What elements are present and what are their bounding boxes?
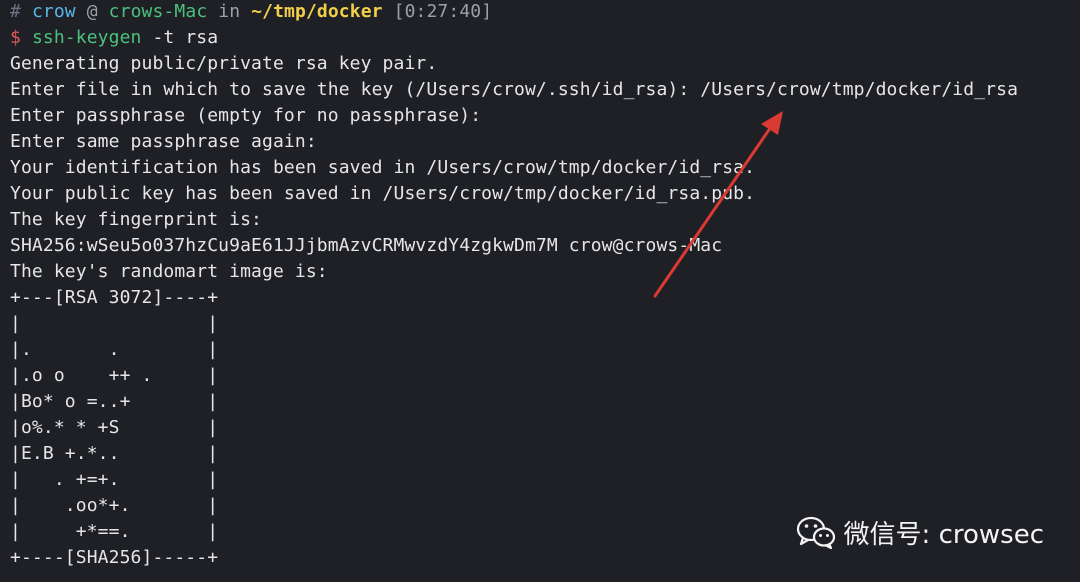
terminal-output: # crow @ crows-Mac in ~/tmp/docker [0:27… bbox=[10, 0, 1018, 571]
output-line: Your identification has been saved in /U… bbox=[10, 157, 756, 178]
randomart-line: | | bbox=[10, 313, 219, 334]
output-line: Enter file in which to save the key (/Us… bbox=[10, 79, 1019, 100]
output-line: The key fingerprint is: bbox=[10, 209, 263, 230]
output-line: Enter same passphrase again: bbox=[10, 131, 317, 152]
randomart-line: |E.B +.*.. | bbox=[10, 443, 219, 464]
randomart-line: |o%.* * +S | bbox=[10, 417, 219, 438]
terminal-window: # crow @ crows-Mac in ~/tmp/docker [0:27… bbox=[0, 0, 1080, 582]
randomart-line: |.o o ++ . | bbox=[10, 365, 219, 386]
prompt-dir: ~/tmp/docker bbox=[251, 1, 383, 22]
prompt-user: crow bbox=[31, 1, 76, 22]
randomart-line: +---[RSA 3072]----+ bbox=[10, 287, 219, 308]
fingerprint-line: SHA256:wSeu5o037hzCu9aE61JJjbmAzvCRMwvzd… bbox=[10, 235, 723, 256]
prompt-host: crows-Mac bbox=[108, 1, 208, 22]
prompt-in: in bbox=[218, 1, 241, 22]
randomart-line: |. . | bbox=[10, 339, 219, 360]
output-line: Your public key has been saved in /Users… bbox=[10, 183, 756, 204]
command-line[interactable]: $ ssh-keygen -t rsa bbox=[10, 25, 1018, 51]
wechat-icon bbox=[796, 516, 835, 549]
prompt-hash: # bbox=[10, 1, 21, 22]
prompt-time: [0:27:40] bbox=[393, 1, 493, 22]
randomart-line: | . +=+. | bbox=[10, 469, 219, 490]
command-dollar: $ bbox=[10, 27, 21, 48]
command-program: ssh-keygen bbox=[31, 27, 142, 48]
prompt-at: @ bbox=[86, 1, 98, 22]
command-args: -t rsa bbox=[141, 27, 219, 48]
watermark: 微信号: crowsec bbox=[796, 512, 1044, 552]
prompt-line: # crow @ crows-Mac in ~/tmp/docker [0:27… bbox=[10, 0, 1018, 25]
output-line: The key's randomart image is: bbox=[10, 261, 328, 282]
watermark-text: 微信号: crowsec bbox=[843, 519, 1044, 550]
output-line: Enter passphrase (empty for no passphras… bbox=[10, 105, 482, 126]
randomart-line: |Bo* o =..+ | bbox=[10, 391, 219, 412]
output-line: Generating public/private rsa key pair. bbox=[10, 53, 438, 74]
